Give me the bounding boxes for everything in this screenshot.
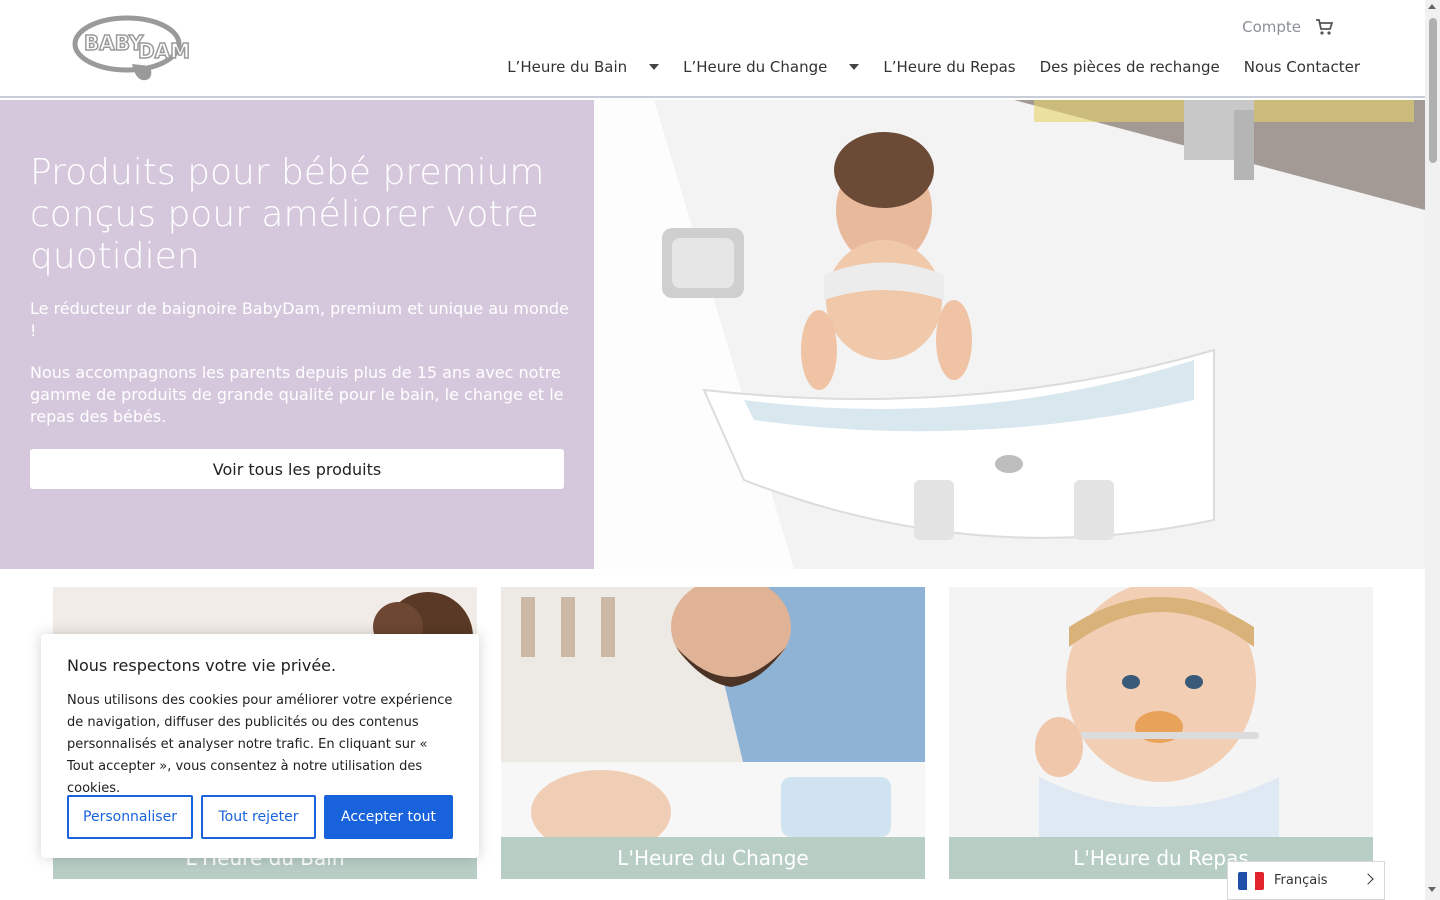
nav-item-change[interactable]: L’Heure du Change xyxy=(683,58,860,76)
nav-label: Nous Contacter xyxy=(1243,58,1360,76)
nav-label: Des pièces de rechange xyxy=(1039,58,1220,76)
category-card-change[interactable]: L'Heure du Change xyxy=(501,587,925,879)
nav-label: L’Heure du Repas xyxy=(883,58,1016,76)
accept-all-button[interactable]: Accepter tout xyxy=(324,795,453,839)
utility-links: Compte xyxy=(1242,18,1334,36)
scrollbar-thumb[interactable] xyxy=(1429,18,1437,163)
cookie-text: Nous utilisons des cookies pour améliore… xyxy=(67,693,453,796)
category-card-repas[interactable]: L'Heure du Repas xyxy=(949,587,1373,879)
language-label: Français xyxy=(1274,873,1328,888)
svg-text:DAM: DAM xyxy=(138,39,190,63)
page-scrollbar[interactable] xyxy=(1425,0,1440,900)
category-image-change xyxy=(501,587,925,837)
category-image-repas xyxy=(949,587,1373,837)
language-selector[interactable]: Français xyxy=(1227,861,1385,900)
nav-item-bain[interactable]: L’Heure du Bain xyxy=(507,58,660,76)
cart-icon[interactable] xyxy=(1315,18,1334,36)
hero-subtitle: Le réducteur de baignoire BabyDam, premi… xyxy=(30,299,569,340)
france-flag-icon xyxy=(1238,871,1264,890)
babydam-logo[interactable]: BABY DAM xyxy=(72,12,198,86)
hero-description: Nous accompagnons les parents depuis plu… xyxy=(30,363,564,426)
hero-image-bath xyxy=(594,100,1425,569)
category-caption: L'Heure du Change xyxy=(501,837,925,879)
account-link[interactable]: Compte xyxy=(1242,18,1301,36)
nav-item-repas[interactable]: L’Heure du Repas xyxy=(883,58,1015,76)
caret-down-icon[interactable] xyxy=(649,64,660,70)
view-all-products-button[interactable]: Voir tous les produits xyxy=(30,449,564,489)
hero-text-panel: Produits pour bébé premium conçus pour a… xyxy=(0,100,594,569)
scroll-up-arrow-icon[interactable] xyxy=(1428,4,1436,9)
reject-all-button[interactable]: Tout rejeter xyxy=(201,795,316,839)
chevron-right-icon xyxy=(1362,873,1374,885)
nav-item-pieces[interactable]: Des pièces de rechange xyxy=(1040,58,1220,76)
nav-label: L’Heure du Bain xyxy=(507,58,628,76)
svg-text:BABY: BABY xyxy=(84,31,144,55)
scroll-down-arrow-icon[interactable] xyxy=(1428,887,1436,892)
cookie-consent-banner: Nous respectons votre vie privée. Nous u… xyxy=(41,634,479,858)
main-nav: L’Heure du Bain L’Heure du Change L’Heur… xyxy=(507,58,1360,76)
caret-down-icon[interactable] xyxy=(849,64,860,70)
hero-title: Produits pour bébé premium conçus pour a… xyxy=(30,152,545,277)
customize-button[interactable]: Personnaliser xyxy=(67,795,193,839)
site-header: BABY DAM Compte L’Heure du Bain L’Heure … xyxy=(0,0,1425,98)
nav-label: L’Heure du Change xyxy=(683,58,828,76)
nav-item-contact[interactable]: Nous Contacter xyxy=(1244,58,1360,76)
cookie-title: Nous respectons votre vie privée. xyxy=(67,656,337,675)
